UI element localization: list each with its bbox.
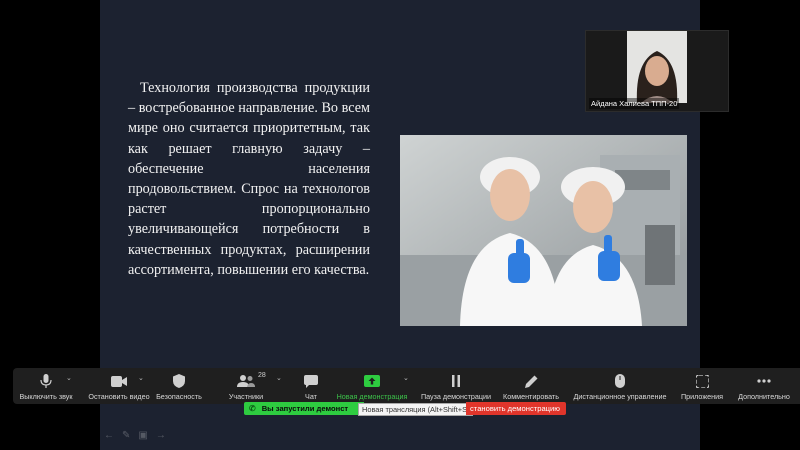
slides-icon[interactable]: ▣ xyxy=(138,430,147,441)
new-share-tooltip-text: Новая трансляция (Alt+Shift+S) xyxy=(362,405,470,414)
sharing-status-text: Вы запустили демонст xyxy=(261,404,349,413)
share-options-chevron-icon[interactable]: ⌄ xyxy=(403,374,409,382)
stop-share-label: становить демонстрацию xyxy=(470,404,560,413)
phone-icon: ✆ xyxy=(249,404,256,413)
participants-icon xyxy=(237,372,255,390)
microphone-icon xyxy=(40,372,52,390)
new-share-label: Новая демонстрация xyxy=(336,392,408,401)
slide-paragraph-text: Технология производства продукции – вост… xyxy=(128,80,370,278)
new-share-button[interactable]: Новая демонстрация xyxy=(333,368,411,404)
pause-share-label: Пауза демонстрации xyxy=(420,392,492,401)
remote-control-label: Дистанционное управление xyxy=(573,392,667,401)
pen-icon[interactable]: ✎ xyxy=(122,430,130,441)
pause-icon xyxy=(451,372,461,390)
food-technologists-image xyxy=(400,135,687,326)
more-button[interactable]: Дополнительно xyxy=(731,368,797,404)
new-share-tooltip: Новая трансляция (Alt+Shift+S) xyxy=(358,403,474,416)
participants-label: Участники xyxy=(228,392,264,401)
slide-controls: ← ✎ ▣ → xyxy=(104,430,166,441)
mouse-icon xyxy=(615,372,625,390)
mute-label: Выключить звук xyxy=(19,392,73,401)
slide-paragraph: Технология производства продукции – вост… xyxy=(128,78,370,280)
chat-bubble-icon xyxy=(304,372,318,390)
participants-count: 28 xyxy=(258,372,266,379)
stop-share-button[interactable]: становить демонстрацию xyxy=(466,402,566,415)
chat-button[interactable]: Чат xyxy=(297,368,325,404)
remote-control-button[interactable]: Дистанционное управление xyxy=(569,368,671,404)
participant-video-tile[interactable]: Айдана Халиева ТПП-20 xyxy=(585,30,729,112)
pause-share-button[interactable]: Пауза демонстрации xyxy=(416,368,496,404)
meeting-toolbar: Выключить звук ⌄ Остановить видео ⌄ Безо… xyxy=(13,368,800,404)
security-label: Безопасность xyxy=(156,392,202,401)
annotate-label: Комментировать xyxy=(503,392,559,401)
apps-icon xyxy=(695,372,709,390)
slide-photo xyxy=(400,135,687,326)
annotate-button[interactable]: Комментировать xyxy=(498,368,564,404)
pen-icon xyxy=(524,372,538,390)
apps-button[interactable]: Приложения xyxy=(677,368,727,404)
participants-options-chevron-icon[interactable]: ⌄ xyxy=(276,374,282,382)
share-screen-icon xyxy=(364,372,380,390)
participant-video-feed xyxy=(627,31,687,103)
sharing-status-indicator: ✆ Вы запустили демонст xyxy=(244,402,364,415)
audio-options-chevron-icon[interactable]: ⌄ xyxy=(66,374,72,382)
apps-label: Приложения xyxy=(680,392,724,401)
security-button[interactable]: Безопасность xyxy=(155,368,203,404)
more-label: Дополнительно xyxy=(738,392,790,401)
next-arrow-icon[interactable]: → xyxy=(156,430,166,441)
stop-video-label: Остановить видео xyxy=(88,392,150,401)
stop-video-button[interactable]: Остановить видео xyxy=(79,368,159,404)
chat-label: Чат xyxy=(305,392,317,401)
video-options-chevron-icon[interactable]: ⌄ xyxy=(138,374,144,382)
video-camera-icon xyxy=(111,372,127,390)
participant-name: Айдана Халиева ТПП-20 xyxy=(589,98,680,109)
previous-arrow-icon[interactable]: ← xyxy=(104,430,114,441)
shield-icon xyxy=(173,372,185,390)
more-dots-icon xyxy=(757,372,771,390)
